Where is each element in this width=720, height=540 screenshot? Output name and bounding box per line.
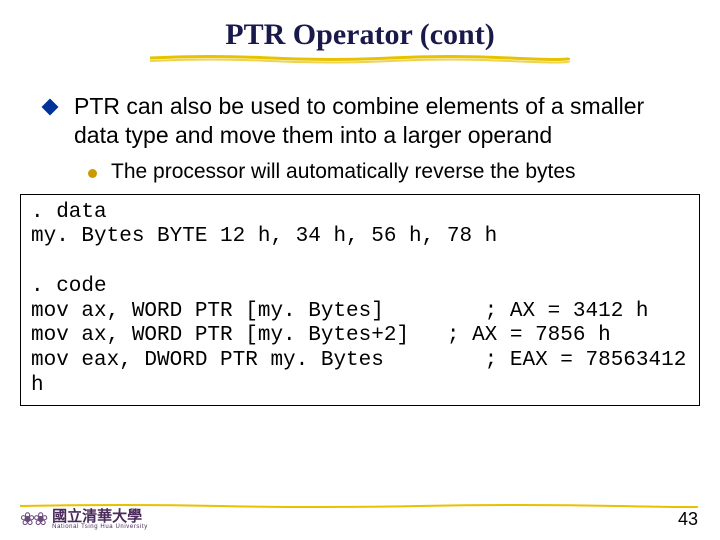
slide-footer: ❀❀ 國立清華大學 National Tsing Hua University … — [0, 503, 720, 530]
code-block: . data my. Bytes BYTE 12 h, 34 h, 56 h, … — [20, 194, 700, 406]
footer-underline — [20, 503, 698, 505]
university-logo: ❀❀ 國立清華大學 National Tsing Hua University — [20, 509, 148, 530]
slide-body: PTR can also be used to combine elements… — [0, 64, 720, 184]
title-underline — [150, 54, 570, 64]
diamond-bullet-icon — [42, 99, 59, 116]
slide-title: PTR Operator (cont) — [0, 0, 720, 52]
page-number: 43 — [678, 509, 698, 530]
bullet1-text: PTR can also be used to combine elements… — [74, 92, 676, 150]
bullet-level2: The processor will automatically reverse… — [88, 160, 676, 184]
dot-bullet-icon — [88, 169, 97, 178]
bullet-level1: PTR can also be used to combine elements… — [44, 92, 676, 150]
logo-english: National Tsing Hua University — [52, 524, 148, 530]
logo-chinese: 國立清華大學 — [52, 509, 148, 524]
logo-icon: ❀❀ — [20, 509, 46, 530]
bullet2-text: The processor will automatically reverse… — [111, 160, 576, 184]
